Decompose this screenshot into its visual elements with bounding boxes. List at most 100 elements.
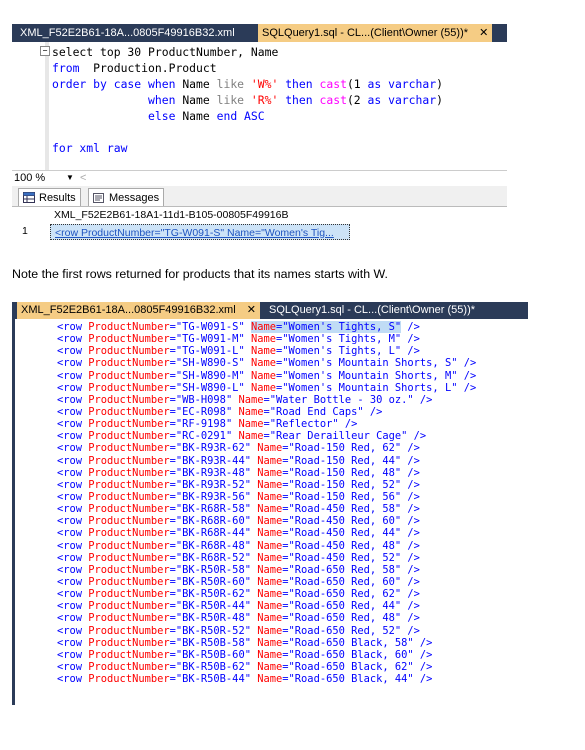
zoom-select[interactable]: 100 %: [14, 171, 45, 185]
xml-row-line[interactable]: <row ProductNumber="BK-R93R-52" Name="Ro…: [57, 479, 476, 491]
xml-row-line[interactable]: <row ProductNumber="BK-R50R-44" Name="Ro…: [57, 600, 476, 612]
name-value: Road-650 Red, 44: [294, 600, 395, 613]
code-token: ): [436, 93, 443, 107]
xml-lines[interactable]: <row ProductNumber="TG-W091-S" Name="Wom…: [57, 321, 476, 685]
scroll-left-icon[interactable]: <: [80, 171, 86, 185]
xml-attribute: Name: [238, 405, 264, 418]
close-icon[interactable]: ✕: [247, 304, 256, 316]
xml-syntax: />: [401, 321, 420, 333]
name-value: Road-150 Red, 48: [294, 466, 395, 479]
tab-xml-result[interactable]: XML_F52E2B61-18A...0805F49916B32.xml ✕: [17, 302, 260, 319]
xml-row-line[interactable]: <row ProductNumber="BK-R50R-62" Name="Ro…: [57, 588, 476, 600]
code-line[interactable]: [52, 124, 443, 140]
collapse-icon[interactable]: −: [40, 46, 50, 56]
product-number-value: BK-R68R-58: [182, 503, 245, 516]
xml-attribute: Name: [257, 636, 283, 649]
xml-row-line[interactable]: <row ProductNumber="RF-9198" Name="Refle…: [57, 418, 476, 430]
xml-row-line[interactable]: <row ProductNumber="BK-R50B-60" Name="Ro…: [57, 649, 476, 661]
code-line[interactable]: from Production.Product: [52, 60, 443, 76]
xml-row-line[interactable]: <row ProductNumber="BK-R50B-62" Name="Ro…: [57, 661, 476, 673]
xml-row-line[interactable]: <row ProductNumber="BK-R93R-44" Name="Ro…: [57, 455, 476, 467]
grid-column-header[interactable]: XML_F52E2B61-18A1-11d1-B105-00805F49916B: [50, 207, 288, 223]
name-value: Road-650 Black, 58: [294, 636, 408, 649]
xml-attribute: ProductNumber: [88, 405, 170, 418]
xml-editor[interactable]: <row ProductNumber="TG-W091-S" Name="Wom…: [15, 319, 528, 705]
xml-attribute: ProductNumber: [88, 624, 170, 637]
code-token: Name: [182, 93, 217, 107]
xml-attribute: Name: [250, 381, 277, 394]
tab-xml-result[interactable]: XML_F52E2B61-18A...0805F49916B32.xml: [16, 24, 239, 42]
xml-row-line[interactable]: <row ProductNumber="BK-R50R-48" Name="Ro…: [57, 612, 476, 624]
product-number-value: BK-R50R-58: [182, 563, 245, 576]
tab-sql-query[interactable]: SQLQuery1.sql - CL...(Client\Owner (55))…: [258, 24, 493, 42]
tab-label: Messages: [109, 192, 160, 204]
xml-syntax: />: [401, 490, 420, 503]
xml-row-line[interactable]: <row ProductNumber="SH-W890-L" Name="Wom…: [57, 382, 476, 394]
code-line[interactable]: else Name end ASC: [52, 108, 443, 124]
document-tab-bar: XML_F52E2B61-18A...0805F49916B32.xml SQL…: [12, 24, 507, 42]
xml-row-line[interactable]: <row ProductNumber="BK-R93R-62" Name="Ro…: [57, 442, 476, 454]
change-margin: [45, 42, 49, 170]
xml-row-line[interactable]: <row ProductNumber="BK-R50R-58" Name="Ro…: [57, 564, 476, 576]
sql-editor[interactable]: − select top 30 ProductNumber, Name from …: [12, 42, 507, 170]
xml-row-line[interactable]: <row ProductNumber="BK-R50B-58" Name="Ro…: [57, 637, 476, 649]
xml-row-line[interactable]: <row ProductNumber="SH-W890-M" Name="Wom…: [57, 370, 476, 382]
xml-attribute: ProductNumber: [88, 418, 170, 431]
xml-row-line[interactable]: <row ProductNumber="TG-W091-S" Name="Wom…: [57, 321, 476, 333]
xml-attribute: Name: [257, 563, 283, 576]
code-token: ): [436, 77, 443, 91]
xml-attribute: Name: [238, 418, 264, 431]
xml-row-line[interactable]: <row ProductNumber="RC-0291" Name="Rear …: [57, 430, 476, 442]
xml-syntax: <row: [57, 418, 89, 431]
product-number-value: SH-W890-S: [182, 357, 239, 370]
xml-syntax: <row: [57, 321, 89, 333]
code-line[interactable]: for xml raw: [52, 140, 443, 156]
xml-row-line[interactable]: <row ProductNumber="BK-R68R-48" Name="Ro…: [57, 540, 476, 552]
name-value: Water Bottle - 30 oz.: [276, 393, 408, 406]
tab-results[interactable]: Results: [18, 188, 81, 206]
tab-messages[interactable]: Messages: [88, 188, 165, 206]
code-token: end ASC: [216, 109, 265, 123]
sql-code[interactable]: select top 30 ProductNumber, Name from Pr…: [52, 44, 443, 156]
xml-row-line[interactable]: <row ProductNumber="EC-R098" Name="Road …: [57, 406, 476, 418]
xml-row-line[interactable]: <row ProductNumber="BK-R50B-44" Name="Ro…: [57, 673, 476, 685]
xml-row-line[interactable]: <row ProductNumber="BK-R50R-52" Name="Ro…: [57, 625, 476, 637]
name-value: Road-650 Red, 58: [294, 563, 395, 576]
xml-row-line[interactable]: <row ProductNumber="BK-R68R-60" Name="Ro…: [57, 515, 476, 527]
xml-row-line[interactable]: <row ProductNumber="BK-R68R-52" Name="Ro…: [57, 552, 476, 564]
name-value: Rear Derailleur Cage: [276, 430, 402, 443]
xml-row-line[interactable]: <row ProductNumber="BK-R68R-44" Name="Ro…: [57, 527, 476, 539]
xml-row-line[interactable]: <row ProductNumber="TG-W091-M" Name="Wom…: [57, 333, 476, 345]
xml-row-line[interactable]: <row ProductNumber="WB-H098" Name="Water…: [57, 394, 476, 406]
xml-row-line[interactable]: <row ProductNumber="BK-R50R-60" Name="Ro…: [57, 576, 476, 588]
code-line[interactable]: select top 30 ProductNumber, Name: [52, 44, 443, 60]
xml-row-line[interactable]: <row ProductNumber="BK-R68R-58" Name="Ro…: [57, 503, 476, 515]
xml-attribute: ProductNumber: [88, 357, 170, 370]
code-line[interactable]: when Name like 'R%' then cast(2 as varch…: [52, 92, 443, 108]
xml-attribute: Name: [257, 551, 283, 564]
xml-syntax: <row: [57, 551, 89, 564]
xml-syntax: <row: [57, 612, 89, 625]
xml-row-line[interactable]: <row ProductNumber="SH-W890-S" Name="Wom…: [57, 357, 476, 369]
product-number-value: BK-R68R-60: [182, 515, 245, 528]
xml-syntax: <row: [57, 393, 89, 406]
chevron-down-icon[interactable]: ▼: [66, 171, 74, 185]
xml-attribute: ProductNumber: [88, 333, 170, 346]
xml-syntax: />: [401, 333, 420, 346]
xml-syntax: <row: [57, 648, 89, 661]
xml-attribute: Name: [250, 333, 277, 346]
xml-syntax: <row: [57, 442, 89, 455]
xml-row-line[interactable]: <row ProductNumber="BK-R93R-48" Name="Ro…: [57, 467, 476, 479]
xml-syntax: />: [401, 527, 420, 540]
code-line[interactable]: order by case when Name like 'W%' then c…: [52, 76, 443, 92]
close-icon[interactable]: ✕: [479, 27, 488, 39]
xml-attribute: Name: [257, 624, 283, 637]
grid-xml-link-cell[interactable]: <row ProductNumber="TG-W091-S" Name="Wom…: [50, 224, 350, 240]
xml-row-line[interactable]: <row ProductNumber="TG-W091-L" Name="Wom…: [57, 345, 476, 357]
tab-sql-query[interactable]: SQLQuery1.sql - CL...(Client\Owner (55))…: [265, 302, 480, 319]
name-value: Road-650 Black, 44: [294, 673, 408, 686]
xml-attribute: Name: [257, 490, 283, 503]
xml-syntax: <row: [57, 660, 89, 673]
product-number-value: RC-0291: [182, 430, 226, 443]
xml-row-line[interactable]: <row ProductNumber="BK-R93R-56" Name="Ro…: [57, 491, 476, 503]
